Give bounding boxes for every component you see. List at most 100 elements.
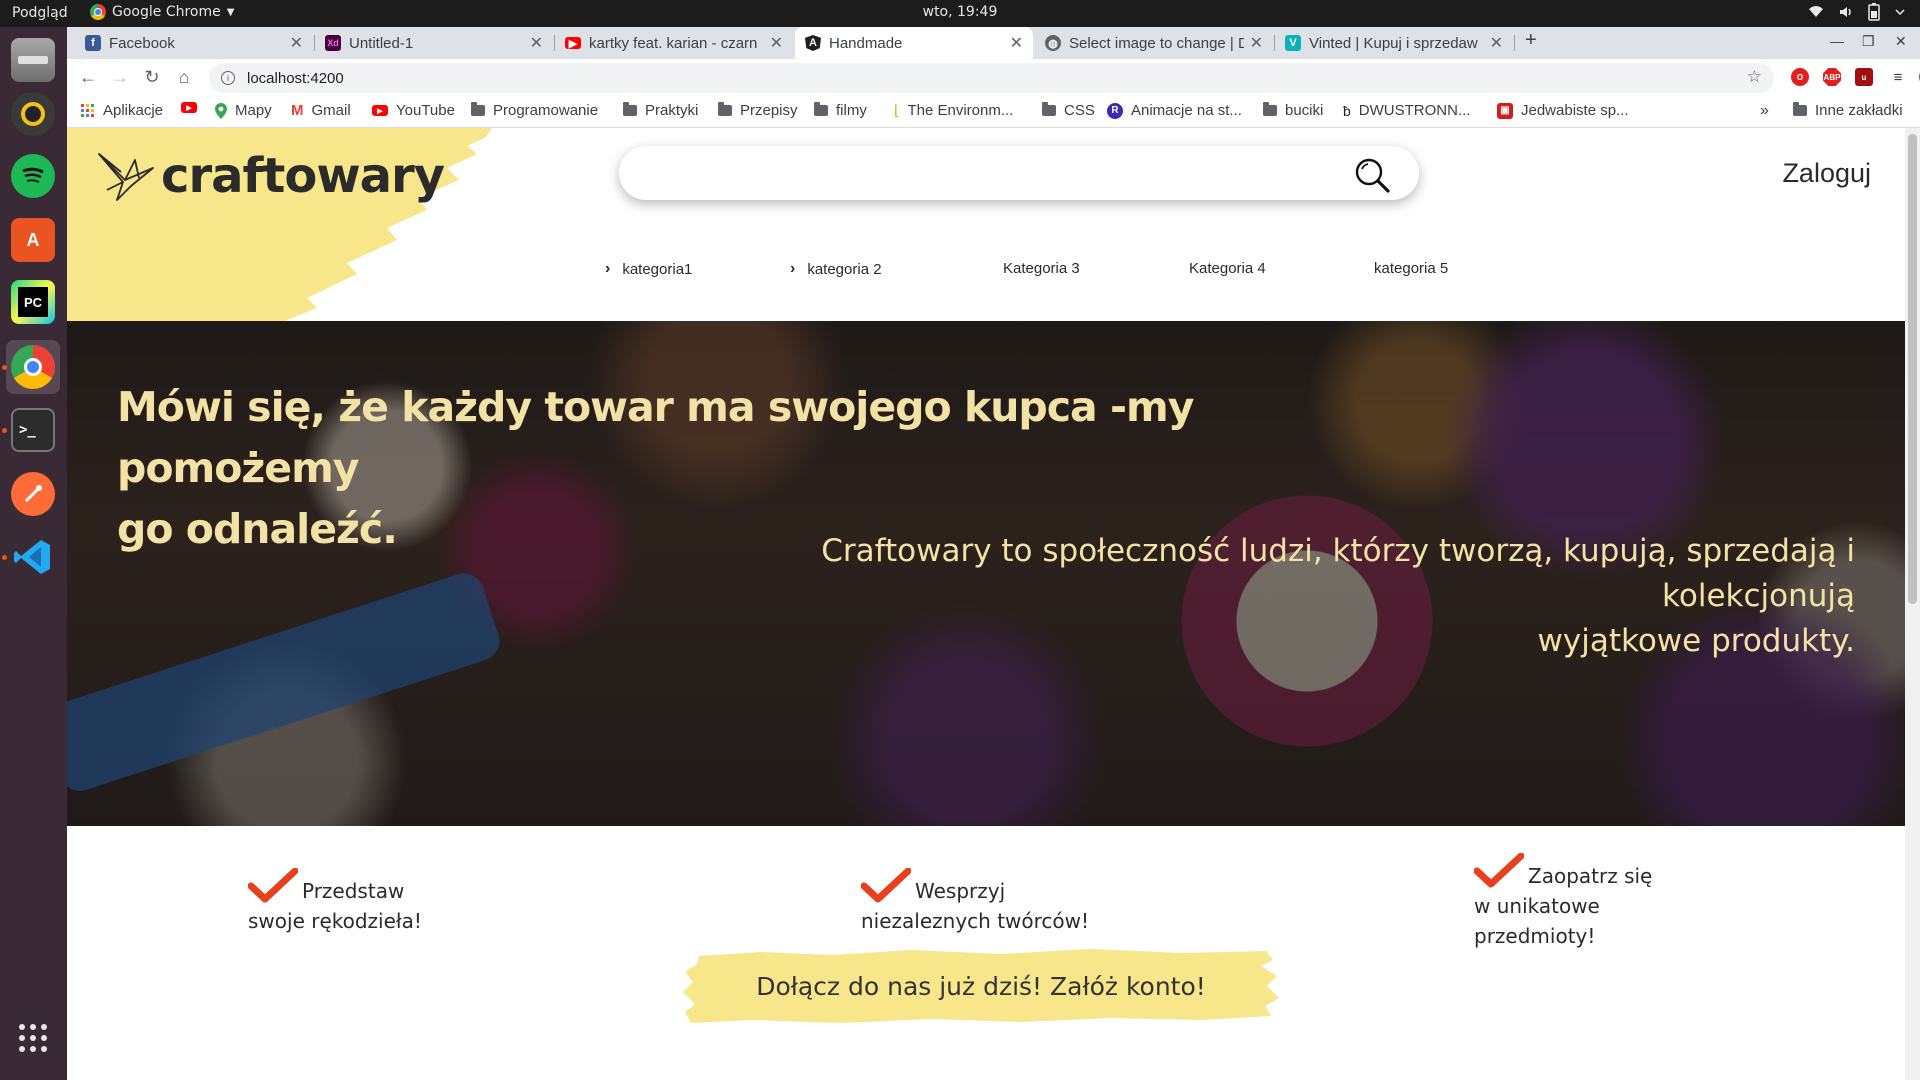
vscode-icon — [11, 535, 55, 579]
bookmark-label: DWUSTRONN... — [1358, 102, 1471, 119]
opera-extension-icon[interactable]: O — [1791, 68, 1809, 86]
bookmark-label: Jedwabiste sp... — [1521, 102, 1629, 119]
dock-files[interactable] — [6, 33, 60, 87]
feature-shop: Zaopatrz się w unikatowe przedmioty! — [1474, 853, 1652, 951]
bookmark-icon: ⌊ — [894, 102, 900, 118]
category-item-3[interactable]: Kategoria 3 — [1003, 260, 1080, 277]
category-item-1[interactable]: › kategoria1 — [605, 260, 692, 278]
checkmark-icon — [1474, 853, 1524, 888]
hero-headline-line: go odnaleźć. — [117, 505, 398, 553]
bookmark-maps[interactable]: Mapy — [215, 102, 272, 119]
hero-headline-line: Mówi się, że każdy towar ma swojego kupc… — [117, 383, 1194, 492]
bookmark-youtube[interactable]: ▶ YouTube — [372, 102, 455, 119]
minimize-window-button[interactable]: — — [1830, 33, 1844, 49]
scrollbar-thumb[interactable] — [1908, 134, 1917, 604]
category-item-2[interactable]: › kategoria 2 — [790, 260, 882, 278]
site-info-icon[interactable]: i — [221, 71, 235, 85]
hero-subtitle: Craftowary to społeczność ludzi, którzy … — [655, 529, 1855, 664]
close-tab-icon[interactable]: ✕ — [290, 33, 303, 53]
tab-untitled[interactable]: Xd Untitled-1 ✕ — [315, 27, 553, 59]
bookmark-star-icon[interactable]: ☆ — [1747, 67, 1762, 87]
bookmark-folder-programowanie[interactable]: Programowanie — [471, 102, 598, 119]
bookmark-folder-buciki[interactable]: buciki — [1263, 102, 1323, 119]
tab-handmade[interactable]: A Handmade ✕ — [795, 27, 1033, 59]
logo-text: craftowary — [161, 148, 445, 204]
close-window-button[interactable]: ✕ — [1895, 33, 1907, 50]
ublock-icon[interactable]: u — [1855, 68, 1873, 86]
tab-vinted[interactable]: V Vinted | Kupuj i sprzedaw ✕ — [1275, 27, 1513, 59]
restore-window-button[interactable]: ❐ — [1862, 33, 1875, 50]
dock-postman[interactable] — [6, 467, 60, 521]
gmail-icon: M — [291, 102, 304, 119]
forward-button[interactable]: → — [109, 67, 131, 88]
bookmark-folder-praktyki[interactable]: Praktyki — [623, 102, 698, 119]
reload-button[interactable]: ↻ — [141, 67, 163, 88]
category-item-5[interactable]: kategoria 5 — [1374, 260, 1448, 277]
folder-icon — [1042, 102, 1056, 116]
bookmark-label: Aplikacje — [103, 102, 164, 119]
dock-pycharm[interactable]: PC — [6, 275, 60, 329]
dock-terminal[interactable]: >_ — [6, 403, 60, 457]
system-top-bar: Podgląd Google Chrome ▼ wto, 19:49 — [0, 0, 1920, 27]
clock[interactable]: wto, 19:49 — [923, 4, 998, 20]
running-indicator — [2, 555, 7, 560]
feature-support: Wesprzyj niezaleznych twórców! — [861, 868, 1089, 936]
bookmark-folder-przepisy[interactable]: Przepisy — [718, 102, 798, 119]
power-caret-icon — [1895, 9, 1905, 16]
pycharm-icon: PC — [11, 280, 55, 324]
bookmark-label: Inne zakładki — [1815, 102, 1903, 119]
battery-icon — [1868, 3, 1880, 21]
close-tab-icon[interactable]: ✕ — [530, 33, 543, 53]
page-scrollbar[interactable] — [1905, 128, 1920, 1080]
search-input[interactable] — [641, 158, 1341, 188]
bookmark-folder-filmy[interactable]: filmy — [814, 102, 867, 119]
bookmark-other[interactable]: Inne zakładki — [1793, 102, 1903, 119]
show-applications-button[interactable] — [6, 1011, 60, 1065]
media-control-icon[interactable]: ≡ — [1889, 68, 1907, 86]
category-item-4[interactable]: Kategoria 4 — [1189, 260, 1266, 277]
bookmark-jedwabiste[interactable]: ▣ Jedwabiste sp... — [1497, 102, 1629, 119]
home-button[interactable]: ⌂ — [173, 67, 195, 88]
tab-django-admin[interactable]: ◍ Select image to change | D ✕ — [1035, 27, 1273, 59]
address-bar[interactable]: i localhost:4200 ☆ — [209, 63, 1774, 93]
dock-software[interactable]: A — [6, 213, 60, 267]
tab-strip: f Facebook ✕ Xd Untitled-1 ✕ ▶ kartky fe… — [67, 27, 1920, 59]
dock-chrome[interactable] — [6, 340, 60, 394]
feature-text: Zaopatrz się — [1528, 864, 1653, 888]
dock-spotify[interactable] — [6, 149, 60, 203]
bookmark-environment[interactable]: ⌊ The Environm... — [894, 102, 1013, 119]
xd-icon: Xd — [325, 35, 341, 51]
bookmark-folder-css[interactable]: CSS — [1042, 102, 1095, 119]
activities-button[interactable]: Podgląd — [12, 5, 68, 21]
adblock-plus-icon[interactable]: ABP — [1823, 68, 1841, 86]
login-link[interactable]: Zaloguj — [1782, 158, 1871, 189]
app-menu[interactable]: Google Chrome ▼ — [90, 4, 234, 20]
search-icon[interactable] — [1353, 156, 1391, 194]
bookmark-youtube-icon-only[interactable]: ▶ — [181, 102, 197, 113]
folder-icon — [814, 102, 828, 116]
bookmark-gmail[interactable]: M Gmail — [291, 102, 351, 119]
close-tab-icon[interactable]: ✕ — [1250, 33, 1263, 53]
system-tray[interactable] — [1808, 3, 1906, 21]
tab-youtube[interactable]: ▶ kartky feat. karian - czarn ✕ — [555, 27, 793, 59]
close-tab-icon[interactable]: ✕ — [1490, 33, 1503, 53]
search-bar[interactable] — [619, 146, 1419, 200]
bookmark-apps[interactable]: Aplikacje — [81, 102, 163, 119]
site-logo[interactable]: craftowary — [95, 148, 445, 204]
tab-title: kartky feat. karian - czarn — [589, 34, 758, 52]
category-label: Kategoria 4 — [1189, 260, 1266, 277]
bookmarks-overflow-button[interactable]: » — [1760, 102, 1769, 120]
back-button[interactable]: ← — [77, 67, 99, 88]
dock-rhythmbox[interactable] — [6, 87, 60, 141]
close-tab-icon[interactable]: ✕ — [1010, 33, 1023, 53]
bookmark-label: buciki — [1285, 102, 1324, 119]
close-tab-icon[interactable]: ✕ — [770, 33, 783, 53]
bookmark-animacje[interactable]: R Animacje na st... — [1107, 102, 1242, 119]
tab-facebook[interactable]: f Facebook ✕ — [75, 27, 313, 59]
new-tab-button[interactable]: + — [1525, 29, 1537, 52]
signup-cta-button[interactable]: Dołącz do nas już dziś! Załóż konto! — [681, 946, 1281, 1026]
folder-icon — [718, 102, 732, 116]
dock-vscode[interactable] — [6, 530, 60, 584]
vinted-icon: V — [1285, 35, 1301, 51]
bookmark-dwustronn[interactable]: ƀ DWUSTRONN... — [1343, 102, 1470, 119]
